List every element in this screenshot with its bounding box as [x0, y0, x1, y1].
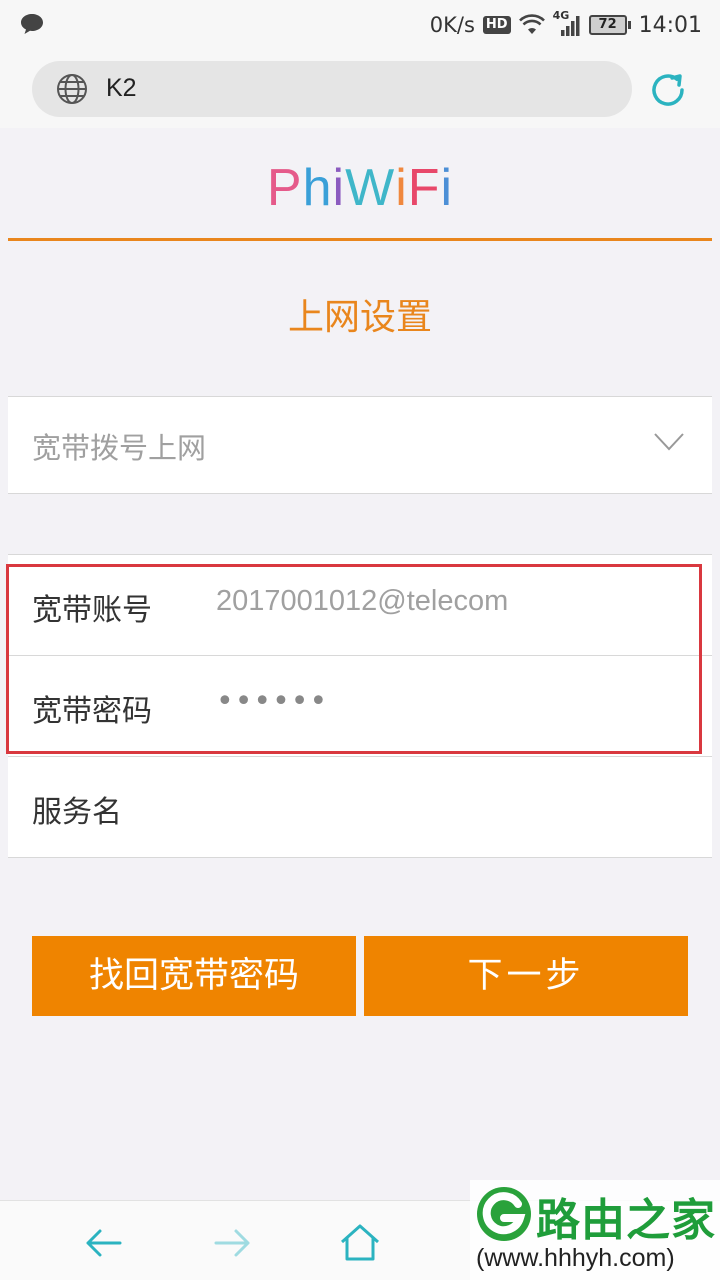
refresh-icon[interactable] — [646, 68, 690, 112]
account-row[interactable]: 宽带账号 2017001012@telecom — [8, 555, 712, 656]
message-icon — [21, 14, 43, 34]
forward-arrow-icon[interactable] — [210, 1221, 254, 1265]
connection-type-value: 宽带拨号上网 — [32, 431, 207, 465]
account-label: 宽带账号 — [32, 593, 152, 628]
watermark-url: (www.hhhyh.com) — [476, 1244, 675, 1272]
logo-letter: i — [440, 159, 454, 217]
home-icon[interactable] — [338, 1221, 382, 1265]
browser-toolbar: K2 — [0, 50, 720, 128]
password-label: 宽带密码 — [32, 694, 152, 729]
service-name-label: 服务名 — [32, 795, 122, 830]
watermark: 路由之家 (www.hhhyh.com) — [470, 1180, 720, 1280]
logo-letter: i — [395, 159, 408, 217]
hd-badge: HD — [482, 16, 511, 34]
logo-letter: F — [407, 159, 441, 217]
address-bar[interactable]: K2 — [32, 61, 632, 117]
connection-type-select[interactable]: 宽带拨号上网 — [8, 396, 712, 494]
url-text: K2 — [106, 74, 137, 102]
back-arrow-icon[interactable] — [82, 1221, 126, 1265]
logo-letter: P — [266, 159, 303, 217]
watermark-name: 路由之家 — [536, 1195, 716, 1246]
account-input[interactable]: 2017001012@telecom — [216, 585, 508, 618]
status-bar: 0K/s HD 4G 72 14:01 — [0, 0, 720, 50]
wifi-icon — [518, 14, 545, 34]
battery-level: 72 — [588, 15, 627, 35]
network-speed: 0K/s — [429, 13, 475, 37]
globe-icon — [57, 74, 87, 104]
logo-letter: W — [345, 159, 396, 217]
battery-icon: 72 — [588, 15, 631, 35]
password-input[interactable]: •••••• — [216, 684, 328, 719]
next-step-button[interactable]: 下一步 — [364, 936, 688, 1016]
broadband-form: 宽带账号 2017001012@telecom 宽带密码 •••••• 服务名 — [8, 554, 712, 858]
router-home-logo-icon — [477, 1187, 531, 1241]
header-divider — [8, 238, 712, 241]
service-name-row[interactable]: 服务名 — [8, 757, 712, 858]
recover-password-button[interactable]: 找回宽带密码 — [32, 936, 356, 1016]
phiwifi-logo: PhiWiFi — [0, 158, 720, 218]
clock: 14:01 — [638, 12, 702, 38]
logo-letter: i — [332, 159, 346, 217]
signal-icon: 4G — [553, 9, 581, 37]
router-setup-page: PhiWiFi 上网设置 宽带拨号上网 宽带账号 2017001012@tele… — [0, 128, 720, 1200]
page-title: 上网设置 — [287, 297, 432, 338]
chevron-down-icon — [654, 433, 684, 451]
logo-letter: h — [302, 159, 333, 217]
password-row[interactable]: 宽带密码 •••••• — [8, 656, 712, 757]
